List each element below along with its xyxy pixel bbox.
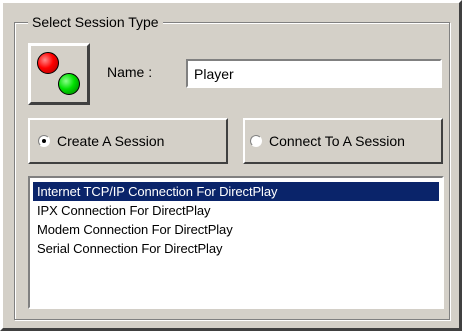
red-ball-icon <box>37 52 59 74</box>
name-label: Name : <box>107 64 153 80</box>
name-input[interactable] <box>186 59 442 88</box>
group-title: Select Session Type <box>28 14 163 30</box>
green-ball-icon <box>58 73 80 95</box>
connect-session-label: Connect To A Session <box>269 133 405 149</box>
network-session-icon[interactable] <box>28 43 90 105</box>
connection-listbox[interactable]: Internet TCP/IP Connection For DirectPla… <box>28 176 444 309</box>
list-item-serial[interactable]: Serial Connection For DirectPlay <box>33 239 439 258</box>
radio-checked-icon <box>38 135 50 147</box>
list-item-tcpip[interactable]: Internet TCP/IP Connection For DirectPla… <box>33 182 439 201</box>
list-item-modem[interactable]: Modem Connection For DirectPlay <box>33 220 439 239</box>
radio-unchecked-icon <box>250 135 262 147</box>
list-item-ipx[interactable]: IPX Connection For DirectPlay <box>33 201 439 220</box>
connect-session-radio[interactable]: Connect To A Session <box>243 118 443 164</box>
create-session-radio[interactable]: Create A Session <box>28 118 228 164</box>
create-session-label: Create A Session <box>57 133 165 149</box>
